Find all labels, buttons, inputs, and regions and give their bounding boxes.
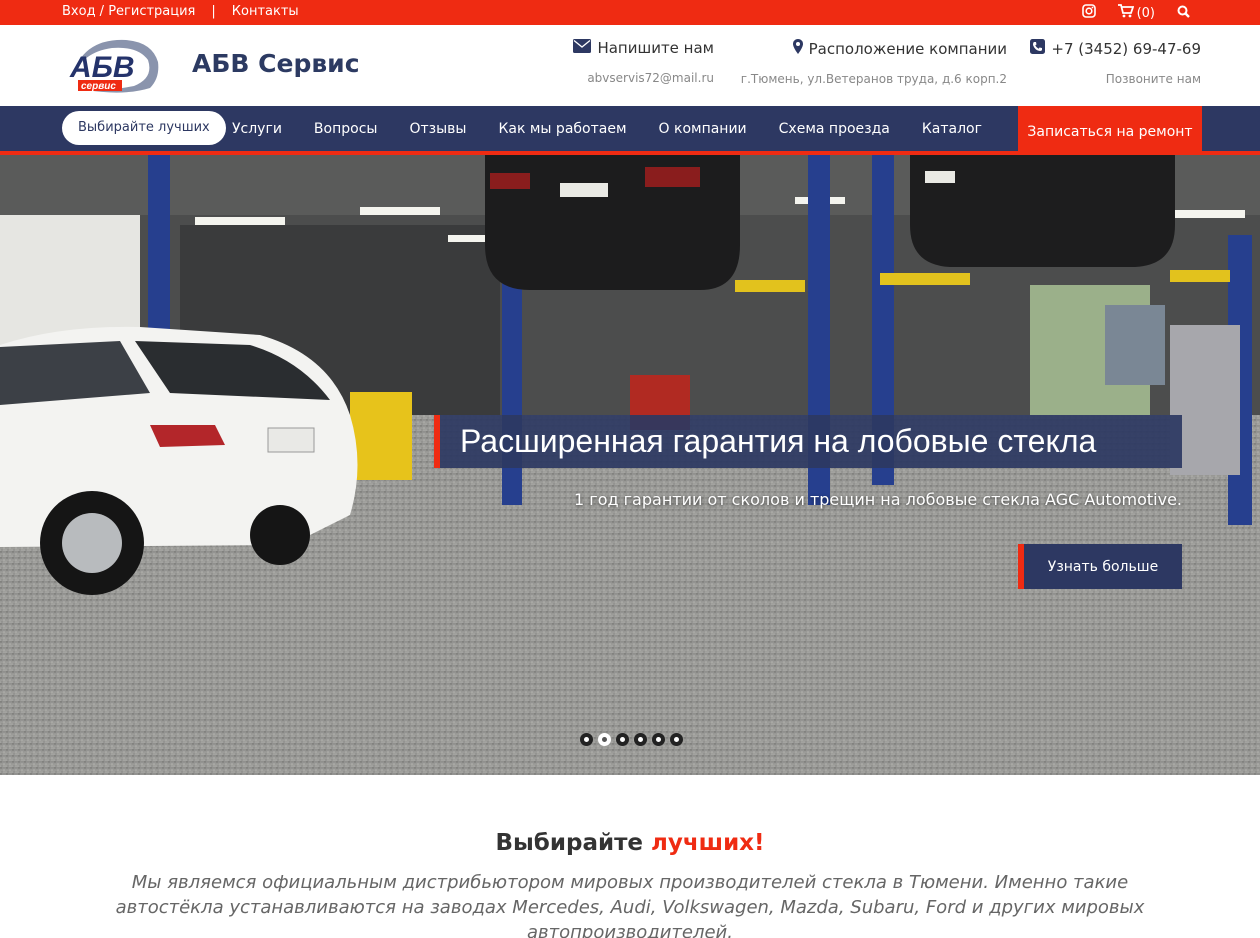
nav-item-how-we-work[interactable]: Как мы работаем — [482, 121, 642, 137]
brand-name: АБВ Сервис — [192, 49, 360, 78]
contacts-link[interactable]: Контакты — [232, 4, 299, 19]
nav-item-questions[interactable]: Вопросы — [298, 121, 394, 137]
svg-text:АБВ: АБВ — [69, 51, 135, 84]
main-nav: Выбирайте лучших Услуги Вопросы Отзывы К… — [0, 106, 1260, 157]
search-icon[interactable] — [1177, 5, 1190, 22]
hero-title: Расширенная гарантия на лобовые стекла — [460, 423, 1097, 459]
hero-title-box: Расширенная гарантия на лобовые стекла — [434, 415, 1182, 468]
svg-text:сервис: сервис — [81, 81, 116, 92]
slider-dot-active[interactable] — [598, 733, 611, 746]
instagram-icon[interactable] — [1081, 4, 1096, 22]
hero-subtitle: 1 год гарантии от сколов и трещин на лоб… — [574, 490, 1182, 509]
nav-item-catalog[interactable]: Каталог — [906, 121, 998, 137]
address-text: г.Тюмень, ул.Ветеранов труда, д.6 корп.2 — [740, 72, 1007, 86]
envelope-icon — [573, 39, 592, 57]
hero-slider: Расширенная гарантия на лобовые стекла 1… — [0, 155, 1260, 775]
header: АБВ сервис АБВ Сервис Напишите нам abvse… — [0, 25, 1260, 106]
email-block: Напишите нам abvservis72@mail.ru — [573, 39, 714, 85]
slider-dots — [580, 733, 683, 746]
learn-more-button[interactable]: Узнать больше — [1018, 544, 1182, 589]
section-title-accent: лучших! — [651, 830, 765, 856]
section-title-start: Выбирайте — [495, 830, 652, 856]
cart-count: (0) — [1136, 5, 1155, 21]
nav-item-about[interactable]: О компании — [643, 121, 763, 137]
slider-dot[interactable] — [652, 733, 665, 746]
email-link[interactable]: abvservis72@mail.ru — [573, 71, 714, 85]
logo[interactable]: АБВ сервис — [64, 34, 162, 96]
phone-block: +7 (3452) 69-47-69 Позвоните нам — [1030, 39, 1201, 86]
slider-dot[interactable] — [634, 733, 647, 746]
section-lead: Мы являемся официальным дистрибьютором м… — [115, 872, 1145, 938]
slider-dot[interactable] — [580, 733, 593, 746]
cart-icon — [1117, 4, 1134, 22]
slider-dot[interactable] — [670, 733, 683, 746]
map-marker-icon — [792, 39, 803, 58]
cart-button[interactable]: (0) — [1117, 4, 1155, 22]
phone-number[interactable]: +7 (3452) 69-47-69 — [1051, 40, 1201, 58]
location-block: Расположение компании г.Тюмень, ул.Ветер… — [741, 39, 1007, 86]
top-bar: Вход / Регистрация | Контакты (0) — [0, 0, 1260, 25]
location-title: Расположение компании — [808, 39, 1007, 58]
phone-icon — [1030, 39, 1046, 58]
email-title: Напишите нам — [597, 39, 714, 57]
intro-section: Выбирайте лучших! Мы являемся официальны… — [0, 775, 1260, 938]
slider-dot[interactable] — [616, 733, 629, 746]
nav-item-best[interactable]: Выбирайте лучших — [62, 111, 226, 145]
topbar-separator: | — [211, 4, 216, 19]
book-repair-button[interactable]: Записаться на ремонт — [1018, 106, 1202, 157]
phone-subtitle: Позвоните нам — [1105, 72, 1201, 86]
section-title: Выбирайте лучших! — [0, 830, 1260, 856]
login-link[interactable]: Вход / Регистрация — [62, 4, 195, 19]
nav-item-reviews[interactable]: Отзывы — [393, 121, 482, 137]
nav-item-directions[interactable]: Схема проезда — [763, 121, 906, 137]
nav-item-services[interactable]: Услуги — [216, 121, 298, 137]
nav-items: Услуги Вопросы Отзывы Как мы работаем О … — [216, 106, 998, 151]
